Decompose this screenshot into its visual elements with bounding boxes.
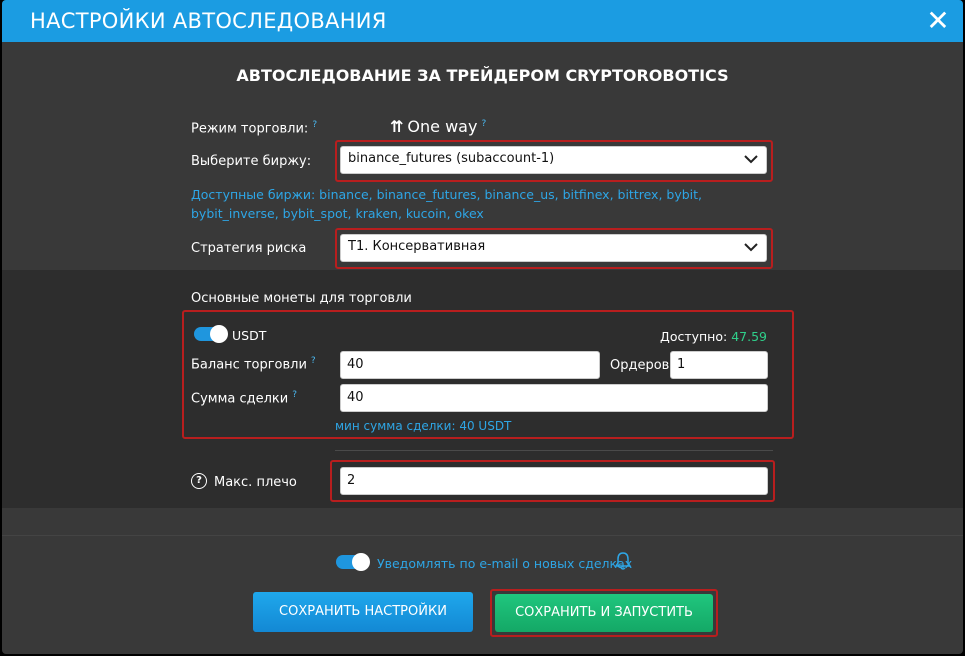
- bell-icon: [614, 552, 632, 570]
- modal-header: НАСТРОЙКИ АВТОСЛЕДОВАНИЯ ✕: [2, 0, 963, 42]
- trade-mode-help-icon[interactable]: ?: [312, 120, 317, 130]
- orders-input[interactable]: 1: [670, 351, 768, 379]
- leverage-input[interactable]: 2: [340, 467, 768, 495]
- balance-help-icon[interactable]: ?: [311, 356, 316, 366]
- min-deal-sum: мин сумма сделки: 40 USDT: [335, 419, 512, 433]
- available-value: 47.59: [731, 329, 767, 344]
- footer-divider: [2, 535, 963, 536]
- orders-label: Ордеров: [610, 358, 670, 373]
- email-notify-label[interactable]: Уведомлять по e-mail о новых сделках: [377, 556, 632, 571]
- coins-title: Основные монеты для торговли: [191, 291, 412, 306]
- leverage-label: Макс. плечо: [214, 475, 297, 490]
- exchange-label: Выберите биржу:: [191, 154, 312, 169]
- balance-label: Баланс торговли?: [191, 356, 316, 372]
- deal-sum-input[interactable]: 40: [340, 384, 768, 412]
- deal-sum-label: Сумма сделки?: [191, 390, 297, 406]
- autofollow-settings-modal: НАСТРОЙКИ АВТОСЛЕДОВАНИЯ ✕ АВТОСЛЕДОВАНИ…: [2, 0, 963, 654]
- risk-label: Стратегия риска: [191, 241, 307, 256]
- save-settings-button[interactable]: СОХРАНИТЬ НАСТРОЙКИ: [253, 592, 473, 632]
- available-balance: Доступно: 47.59: [660, 329, 767, 344]
- trade-mode-value: ⇈ One way?: [390, 117, 486, 136]
- toggle-knob: [210, 325, 228, 343]
- divider: [335, 450, 773, 451]
- deal-sum-help-icon[interactable]: ?: [292, 390, 297, 400]
- modal-title: НАСТРОЙКИ АВТОСЛЕДОВАНИЯ: [30, 9, 387, 33]
- trade-mode-label-text: Режим торговли:: [191, 121, 309, 137]
- close-icon[interactable]: ✕: [923, 6, 953, 36]
- toggle-knob: [352, 553, 370, 571]
- currency-label: USDT: [232, 328, 267, 343]
- available-exchanges: Доступные биржи: binance, binance_future…: [191, 187, 703, 221]
- section-title: АВТОСЛЕДОВАНИЕ ЗА ТРЕЙДЕРОМ CRYPTOROBOTI…: [236, 66, 729, 85]
- risk-select[interactable]: T1. Консервативная: [340, 234, 767, 262]
- risk-selected-value: T1. Консервативная: [348, 239, 486, 254]
- exchange-select[interactable]: binance_futures (subaccount-1): [340, 146, 767, 174]
- balance-input[interactable]: 40: [340, 351, 600, 379]
- chevron-down-icon: [744, 243, 758, 252]
- save-and-run-button[interactable]: СОХРАНИТЬ И ЗАПУСТИТЬ: [495, 594, 713, 632]
- exchange-selected-value: binance_futures (subaccount-1): [348, 151, 555, 166]
- deal-sum-label-text: Сумма сделки: [191, 391, 289, 407]
- one-way-help-icon[interactable]: ?: [481, 119, 486, 129]
- email-notify-toggle[interactable]: [336, 553, 370, 571]
- usdt-toggle[interactable]: [194, 325, 228, 343]
- chevron-down-icon: [744, 155, 758, 164]
- available-label: Доступно:: [660, 329, 728, 344]
- balance-label-text: Баланс торговли: [191, 357, 307, 373]
- question-circle-icon[interactable]: ?: [191, 473, 207, 489]
- trade-mode-label: Режим торговли:?: [191, 120, 317, 136]
- trade-mode-value-text: One way: [407, 117, 478, 136]
- arrows-up-icon: ⇈: [390, 117, 404, 136]
